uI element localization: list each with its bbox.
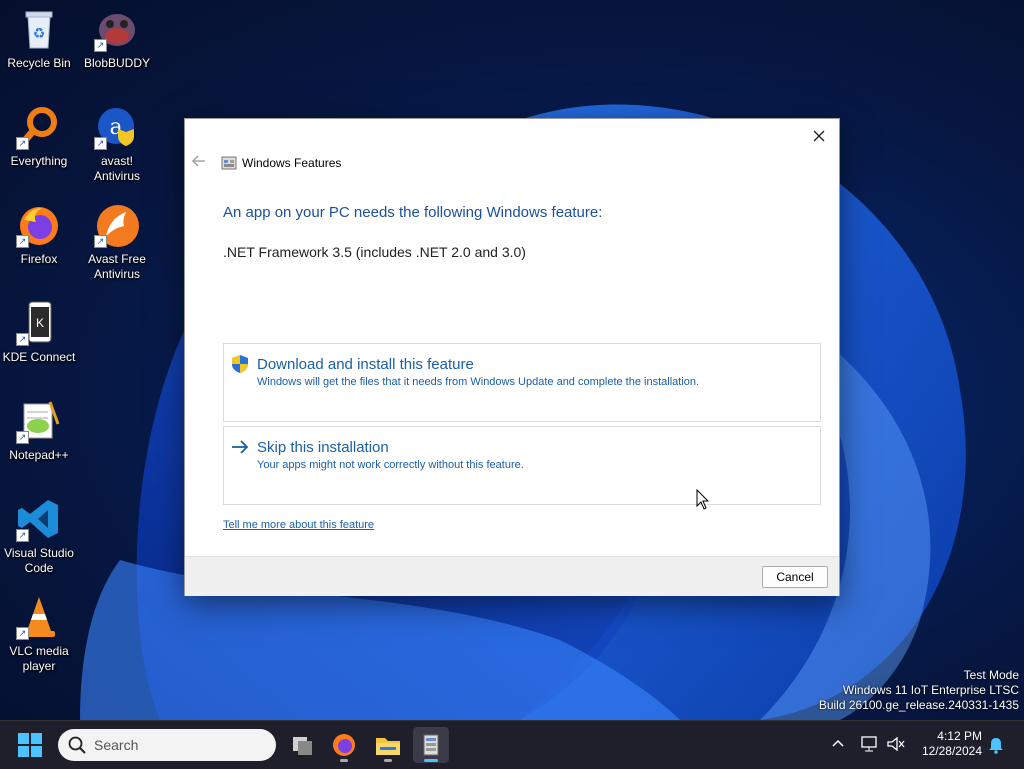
notifications-button[interactable] <box>988 736 1004 759</box>
svg-text:♻: ♻ <box>33 25 46 41</box>
svg-text:K: K <box>36 316 44 330</box>
desktop-icon-kde-connect[interactable]: K ↗ KDE Connect <box>0 300 78 365</box>
magnifier-icon: ↗ <box>16 104 62 150</box>
shortcut-arrow-icon: ↗ <box>94 137 107 150</box>
back-arrow-icon <box>192 155 205 167</box>
windows-features-icon <box>221 155 237 171</box>
option-description: Your apps might not work correctly witho… <box>257 459 524 471</box>
network-icon <box>861 736 877 752</box>
windows-features-icon <box>423 734 439 756</box>
desktop-icon-label: Avast Free Antivirus <box>88 252 146 281</box>
taskbar-file-explorer[interactable] <box>370 727 406 763</box>
phone-icon: K ↗ <box>16 300 62 346</box>
search-icon <box>68 736 86 754</box>
desktop-icon-everything[interactable]: ↗ Everything <box>0 104 78 169</box>
shortcut-arrow-icon: ↗ <box>16 137 29 150</box>
speaker-muted-icon <box>887 736 905 752</box>
back-button[interactable] <box>191 153 215 173</box>
desktop-icon-avast-free-antivirus[interactable]: ↗ Avast Free Antivirus <box>78 202 156 282</box>
recycle-bin-icon: ♻ <box>16 6 62 52</box>
close-icon <box>813 130 825 142</box>
start-button[interactable] <box>16 731 44 759</box>
firefox-icon <box>333 734 355 756</box>
windows-logo-icon <box>18 733 42 757</box>
desktop-icon-label: VLC media player <box>9 644 69 673</box>
notepad-plus-plus-icon: ↗ <box>16 398 62 444</box>
feature-name: .NET Framework 3.5 (includes .NET 2.0 an… <box>223 244 526 260</box>
avast-a-icon: a ↗ <box>94 104 140 150</box>
bell-icon <box>989 738 1003 754</box>
desktop-icon-label: avast! Antivirus <box>93 154 140 183</box>
arrow-right-icon <box>230 437 250 457</box>
clock-time: 4:12 PM <box>937 729 982 743</box>
task-view-icon <box>293 737 312 755</box>
folder-icon <box>376 738 400 755</box>
dialog-footer: Cancel <box>185 556 839 596</box>
shortcut-arrow-icon: ↗ <box>16 333 29 346</box>
clock[interactable]: 4:12 PM 12/28/2024 <box>922 729 982 759</box>
test-mode-watermark: Test Mode Windows 11 IoT Enterprise LTSC… <box>819 668 1019 713</box>
shortcut-arrow-icon: ↗ <box>16 627 29 640</box>
chevron-up-icon <box>832 739 844 747</box>
tell-me-more-link[interactable]: Tell me more about this feature <box>223 519 374 531</box>
dialog-heading: An app on your PC needs the following Wi… <box>223 204 603 221</box>
uac-shield-icon <box>230 354 250 374</box>
option-description: Windows will get the files that it needs… <box>257 376 700 388</box>
desktop-icon-label: BlobBUDDY <box>83 56 151 70</box>
windows-features-dialog: Windows Features An app on your PC needs… <box>184 118 840 596</box>
clock-date: 12/28/2024 <box>921 744 982 758</box>
mouse-cursor-icon <box>696 488 710 516</box>
desktop-icon-vlc[interactable]: ↗ VLC media player <box>0 594 78 674</box>
cancel-button[interactable]: Cancel <box>762 566 828 588</box>
shortcut-arrow-icon: ↗ <box>94 39 107 52</box>
vscode-icon: ↗ <box>16 496 62 542</box>
taskbar-firefox[interactable] <box>326 727 362 763</box>
option-title: Skip this installation <box>257 439 389 456</box>
shortcut-arrow-icon: ↗ <box>94 235 107 248</box>
desktop-icon-vscode[interactable]: ↗ Visual Studio Code <box>0 496 78 576</box>
running-indicator <box>384 759 392 762</box>
shortcut-arrow-icon: ↗ <box>16 431 29 444</box>
show-hidden-icons-button[interactable] <box>830 735 846 756</box>
firefox-icon: ↗ <box>16 202 62 248</box>
option-title: Download and install this feature <box>257 356 474 373</box>
running-indicator <box>340 759 348 762</box>
desktop-icon-label: Visual Studio Code <box>4 546 74 575</box>
network-status-button[interactable] <box>860 735 880 758</box>
watermark-line: Windows 11 IoT Enterprise LTSC <box>842 683 1019 697</box>
desktop-icon-label: Recycle Bin <box>7 56 71 70</box>
search-placeholder: Search <box>94 737 139 753</box>
download-install-option[interactable]: Download and install this feature Window… <box>223 343 821 422</box>
running-indicator <box>424 759 438 762</box>
desktop-icon-recycle-bin[interactable]: ♻ Recycle Bin <box>0 6 78 71</box>
desktop-icon-notepad-plus-plus[interactable]: ↗ Notepad++ <box>0 398 78 463</box>
skip-installation-option[interactable]: Skip this installation Your apps might n… <box>223 426 821 505</box>
blobbuddy-icon: ↗ <box>94 6 140 52</box>
close-button[interactable] <box>805 123 833 149</box>
shortcut-arrow-icon: ↗ <box>16 529 29 542</box>
desktop-icon-blobbuddy[interactable]: ↗ BlobBUDDY <box>78 6 156 71</box>
watermark-line: Test Mode <box>963 668 1019 682</box>
shortcut-arrow-icon: ↗ <box>16 235 29 248</box>
avast-orange-icon: ↗ <box>94 202 140 248</box>
taskbar-windows-features[interactable] <box>413 727 449 763</box>
desktop-icon-label: Notepad++ <box>9 448 69 462</box>
desktop-icon-label: Everything <box>10 154 68 168</box>
volume-button[interactable] <box>886 735 906 758</box>
task-view-button[interactable] <box>284 727 320 763</box>
desktop-icon-avast-antivirus[interactable]: a ↗ avast! Antivirus <box>78 104 156 184</box>
watermark-line: Build 26100.ge_release.240331-1435 <box>818 698 1019 712</box>
desktop-icon-label: KDE Connect <box>2 350 76 364</box>
vlc-cone-icon: ↗ <box>16 594 62 640</box>
desktop-icon-label: Firefox <box>20 252 58 266</box>
dialog-title: Windows Features <box>242 156 342 170</box>
taskbar-search-box[interactable]: Search <box>58 729 276 761</box>
taskbar: Search 4:12 PM 12/28/2024 <box>0 720 1024 769</box>
desktop-icon-firefox[interactable]: ↗ Firefox <box>0 202 78 267</box>
